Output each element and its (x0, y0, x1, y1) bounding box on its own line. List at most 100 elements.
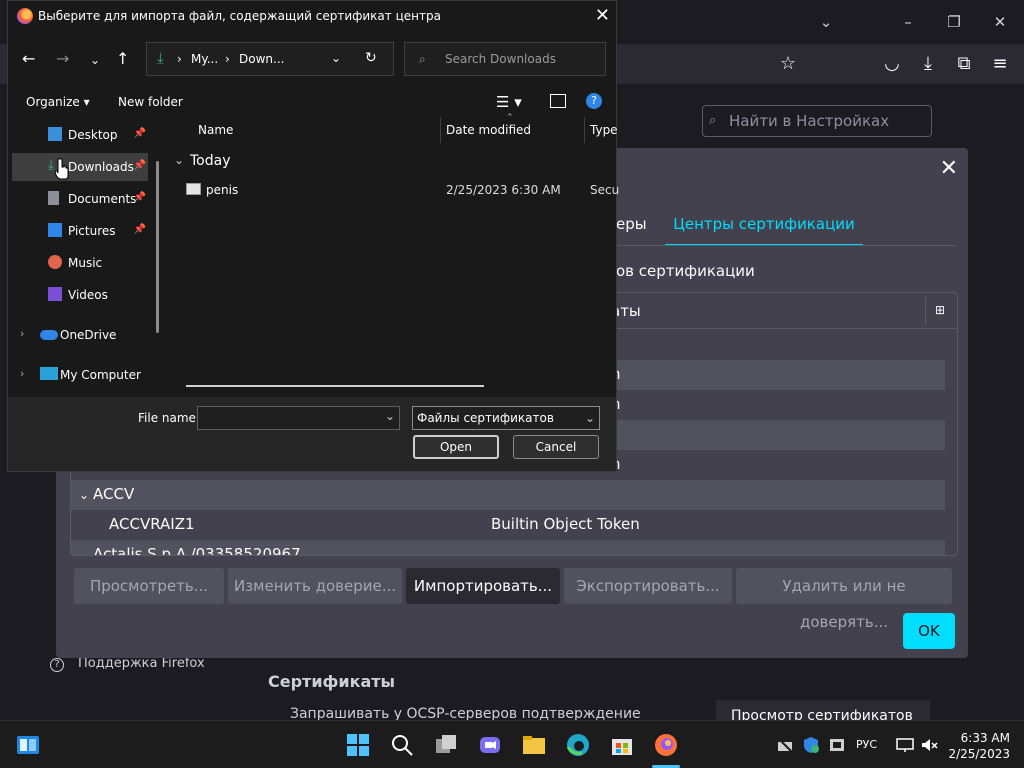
import-button[interactable]: Импортировать... (406, 568, 560, 604)
navigation-pane-scrollbar[interactable] (156, 161, 159, 333)
store-tray-icon[interactable] (828, 736, 846, 754)
file-row[interactable]: penis 2/25/2023 6:30 AM Secu (166, 179, 619, 201)
address-dropdown-chevron-icon[interactable]: ⌄ (331, 51, 341, 65)
list-tabs-chevron-icon[interactable]: ⌄ (814, 10, 838, 34)
tab-certificate-authorities[interactable]: Центры сертификации (665, 212, 863, 246)
maximize-icon[interactable]: ❐ (942, 10, 966, 34)
network-off-icon[interactable] (776, 736, 794, 754)
download-icon[interactable]: ⤓ (916, 52, 940, 76)
address-bar[interactable]: ⤓ › My... › Down... ⌄ ↻ (146, 42, 394, 76)
cancel-button[interactable]: Cancel (513, 435, 599, 459)
clock[interactable]: 6:33 AM 2/25/2023 (948, 730, 1010, 762)
authorities-description: ов сертификации (616, 262, 755, 280)
organize-button[interactable]: Organize ▾ (26, 95, 90, 109)
microsoft-store-icon[interactable] (610, 733, 634, 757)
search-downloads-input[interactable]: ⌕ Search Downloads (404, 42, 606, 76)
open-button[interactable]: Open (413, 435, 499, 459)
extensions-icon[interactable]: ⧉ (952, 52, 976, 76)
close-window-icon[interactable]: ✕ (988, 10, 1012, 34)
search-icon[interactable] (390, 733, 414, 757)
pocket-icon[interactable]: ◡ (880, 52, 904, 76)
back-arrow-icon[interactable]: ← (22, 49, 35, 68)
file-list: Name ⌃ Date modified Type ⌄ Today penis … (166, 113, 619, 397)
column-header-name[interactable]: Name (198, 123, 233, 137)
volume-muted-icon[interactable] (920, 736, 938, 754)
delete-distrust-button[interactable]: Удалить или не доверять... (736, 568, 952, 631)
display-icon[interactable] (896, 736, 914, 754)
start-windows-icon[interactable] (346, 733, 370, 757)
tree-group-row[interactable]: ⌄ Actalis S.p.A./03358520967 (71, 540, 945, 555)
preview-pane-icon[interactable] (550, 94, 566, 108)
view-options-icon[interactable]: ☰ ▾ (496, 93, 522, 111)
minimize-icon[interactable]: – (896, 10, 920, 34)
navigation-pane: Desktop 📌 ⤓ Downloads 📌 Documents 📌 Pict… (8, 117, 168, 397)
forward-arrow-icon[interactable]: → (56, 49, 69, 68)
close-icon[interactable]: ✕ (595, 5, 610, 26)
nav-item-downloads[interactable]: ⤓ Downloads 📌 (12, 153, 148, 181)
firefox-icon (17, 8, 33, 24)
export-button[interactable]: Экспортировать... (564, 568, 732, 604)
pin-icon: 📌 (133, 224, 146, 235)
horizontal-scrollbar[interactable] (186, 385, 484, 387)
nav-item-music[interactable]: Music (12, 249, 148, 277)
nav-item-desktop[interactable]: Desktop 📌 (12, 121, 148, 149)
chevron-down-icon[interactable]: ⌄ (79, 488, 89, 502)
row-token: Builtin Object Token (491, 515, 640, 533)
close-icon[interactable]: ✕ (940, 156, 958, 181)
help-icon[interactable]: ? (586, 93, 602, 109)
security-shield-icon[interactable] (802, 736, 820, 754)
breadcrumb-downloads[interactable]: Down... (239, 52, 284, 66)
new-folder-button[interactable]: New folder (118, 95, 183, 109)
file-explorer-icon[interactable] (522, 733, 546, 757)
edit-trust-button[interactable]: Изменить доверие... (228, 568, 402, 604)
column-separator (440, 117, 441, 143)
tab-servers[interactable]: еры (616, 212, 656, 246)
view-button[interactable]: Просмотреть... (74, 568, 224, 604)
view-certificates-button[interactable]: Просмотр сертификатов (716, 700, 930, 720)
firefox-icon[interactable] (654, 733, 678, 757)
group-chevron-down-icon[interactable]: ⌄ (174, 153, 184, 167)
input-language[interactable]: РУС (856, 738, 877, 751)
firefox-support-link[interactable]: ? Поддержка Firefox (50, 656, 205, 672)
search-icon: ⌕ (709, 113, 717, 128)
group-header-today[interactable]: Today (190, 153, 231, 169)
column-header-date[interactable]: Date modified (446, 123, 531, 137)
file-type-value: Файлы сертификатов (417, 411, 554, 425)
nav-item-pictures[interactable]: Pictures 📌 (12, 217, 148, 245)
settings-search-input[interactable]: ⌕ Найти в Настройках (702, 105, 932, 137)
ok-button[interactable]: OK (903, 613, 955, 649)
desktop-icon (48, 127, 62, 141)
refresh-icon[interactable]: ↻ (365, 50, 377, 66)
nav-item-my-computer[interactable]: › My Computer (12, 361, 148, 389)
file-name: penis (206, 183, 239, 197)
nav-label: Videos (68, 288, 108, 302)
breadcrumb-my[interactable]: My... (191, 52, 218, 66)
chevron-down-icon[interactable]: ⌄ (79, 548, 89, 555)
nav-item-videos[interactable]: Videos (12, 281, 148, 309)
nav-item-onedrive[interactable]: › OneDrive (12, 321, 148, 349)
column-picker-icon[interactable]: ⊞ (935, 303, 945, 317)
search-icon: ⌕ (419, 52, 426, 66)
pin-icon: 📌 (133, 128, 146, 139)
menu-hamburger-icon[interactable]: ≡ (988, 52, 1012, 76)
search-placeholder: Search Downloads (445, 52, 556, 66)
column-header-type[interactable]: Type (590, 123, 618, 137)
chevron-right-icon[interactable]: › (20, 327, 24, 340)
file-name-input[interactable]: ⌄ (197, 406, 400, 430)
music-icon (48, 255, 62, 269)
nav-item-documents[interactable]: Documents 📌 (12, 185, 148, 213)
chat-icon[interactable] (478, 733, 502, 757)
widgets-icon[interactable] (16, 733, 40, 757)
tree-group-row[interactable]: ⌄ ACCV (71, 480, 945, 510)
task-view-icon[interactable] (434, 733, 458, 757)
chevron-down-icon[interactable]: ⌄ (385, 409, 395, 423)
edge-icon[interactable] (566, 733, 590, 757)
recent-locations-chevron-icon[interactable]: ⌄ (90, 53, 100, 67)
file-type-select[interactable]: Файлы сертификатов ⌄ (412, 406, 600, 430)
bookmark-star-icon[interactable]: ☆ (776, 52, 800, 76)
up-arrow-icon[interactable]: ↑ (116, 49, 129, 68)
breadcrumb-separator-icon: › (225, 52, 230, 66)
chevron-right-icon[interactable]: › (20, 367, 24, 380)
tree-row[interactable]: ACCVRAIZ1 Builtin Object Token (71, 510, 945, 540)
nav-label: Desktop (68, 128, 118, 142)
